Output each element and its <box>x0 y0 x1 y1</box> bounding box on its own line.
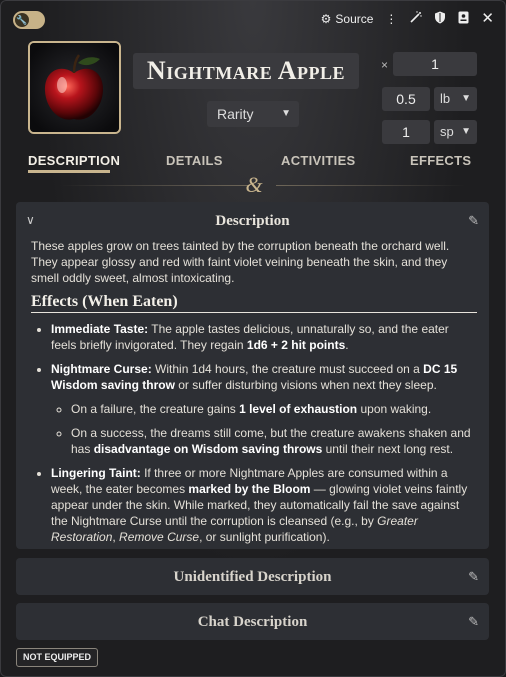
curse-label: Nightmare Curse: <box>51 362 152 376</box>
immediate-bold: 1d6 + 2 hit points <box>246 338 346 352</box>
chat-description-section[interactable]: Chat Description ✎ <box>16 603 489 640</box>
list-item: On a failure, the creature gains 1 level… <box>71 401 477 417</box>
wand-icon[interactable] <box>409 11 423 27</box>
curse-text: Within 1d4 hours, the creature must succ… <box>151 362 424 376</box>
price-unit-value: sp <box>440 124 454 139</box>
immediate-end: . <box>345 338 349 352</box>
taint-italic-2: Remove Curse <box>119 530 200 544</box>
description-title: Description <box>215 213 290 229</box>
divider-left <box>60 185 250 186</box>
taint-text-4: , or sunlight purification). <box>199 530 330 544</box>
list-item: Immediate Taste: The apple tastes delici… <box>51 321 477 353</box>
effects-heading: Effects (When Eaten) <box>31 294 477 313</box>
description-header[interactable]: ∨ Description ✎ <box>16 202 489 240</box>
item-sheet-window: 🔧 ⚙ Source ⋮ ✕ Nightmare Apple Rarity ▼ … <box>0 0 506 677</box>
chevron-down-icon: ▼ <box>461 126 471 137</box>
title-bar-controls: ⚙ Source ⋮ ✕ <box>321 11 494 27</box>
item-name[interactable]: Nightmare Apple <box>133 53 359 89</box>
wrench-icon: 🔧 <box>15 13 29 27</box>
equipped-status-badge[interactable]: NOT EQUIPPED <box>16 648 99 667</box>
unidentified-description-title: Unidentified Description <box>173 569 332 585</box>
description-panel: ∨ Description ✎ These apples grow on tre… <box>16 202 489 549</box>
divider-right <box>276 185 466 186</box>
description-intro: These apples grow on trees tainted by th… <box>31 239 450 285</box>
tab-description[interactable]: DESCRIPTION <box>28 153 120 168</box>
success-bold: disadvantage on Wisdom saving throws <box>93 442 323 456</box>
list-item: Nightmare Curse: Within 1d4 hours, the c… <box>51 361 477 457</box>
active-tab-underline <box>28 170 110 173</box>
gear-icon: ⚙ <box>320 12 332 26</box>
weight-unit-value: lb <box>440 91 451 106</box>
fail-text: On a failure, the creature gains <box>71 402 240 416</box>
item-portrait[interactable] <box>28 41 121 134</box>
feather-edit-icon[interactable]: ✎ <box>468 614 479 630</box>
tab-effects[interactable]: EFFECTS <box>410 153 471 168</box>
immediate-label: Immediate Taste: <box>51 322 149 336</box>
weight-unit-select[interactable]: lb ▼ <box>434 87 477 111</box>
rarity-value: Rarity <box>217 106 254 122</box>
quantity-prefix: × <box>381 58 389 72</box>
quantity-input[interactable]: 1 <box>393 52 477 76</box>
taint-label: Lingering Taint: <box>51 466 141 480</box>
source-button[interactable]: ⚙ Source <box>321 12 374 26</box>
success-text-end: until their next long rest. <box>322 442 454 456</box>
chevron-down-icon: ▼ <box>461 93 471 104</box>
title-bar: 🔧 ⚙ Source ⋮ ✕ <box>0 0 506 40</box>
feather-edit-icon[interactable]: ✎ <box>468 569 479 585</box>
taint-bold: marked by the Bloom <box>188 482 311 496</box>
feather-edit-icon[interactable]: ✎ <box>468 213 479 229</box>
rarity-select[interactable]: Rarity ▼ <box>207 101 299 127</box>
unidentified-description-section[interactable]: Unidentified Description ✎ <box>16 558 489 595</box>
edit-mode-toggle[interactable]: 🔧 <box>13 11 45 29</box>
ampersand-ornament: & <box>245 172 263 197</box>
list-item: On a success, the dreams still come, but… <box>71 425 477 457</box>
price-input[interactable]: 1 <box>382 120 430 144</box>
shield-icon[interactable] <box>434 11 446 27</box>
source-label: Source <box>335 12 374 26</box>
description-body: These apples grow on trees tainted by th… <box>31 238 477 553</box>
fail-text-end: upon waking. <box>357 402 432 416</box>
effects-list: Immediate Taste: The apple tastes delici… <box>31 321 477 545</box>
more-options-icon[interactable]: ⋮ <box>385 12 397 26</box>
fail-bold: 1 level of exhaustion <box>239 402 358 416</box>
curse-text-end: or suffer disturbing visions when next t… <box>174 378 437 392</box>
close-icon[interactable]: ✕ <box>481 11 494 26</box>
chat-description-title: Chat Description <box>197 614 308 630</box>
tab-details[interactable]: DETAILS <box>166 153 223 168</box>
list-item: Lingering Taint: If three or more Nightm… <box>51 465 477 545</box>
price-unit-select[interactable]: sp ▼ <box>434 120 477 144</box>
tab-activities[interactable]: ACTIVITIES <box>281 153 356 168</box>
chevron-down-icon: ▼ <box>281 108 291 119</box>
curse-sublist: On a failure, the creature gains 1 level… <box>51 401 477 457</box>
weight-input[interactable]: 0.5 <box>382 87 430 111</box>
id-card-icon[interactable] <box>458 11 469 27</box>
apple-image <box>30 43 119 132</box>
